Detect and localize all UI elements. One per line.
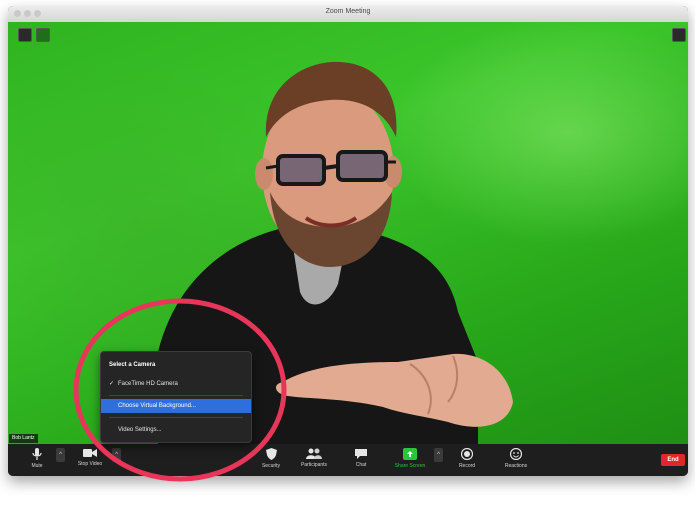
video-camera-icon (83, 449, 97, 457)
stop-video-button[interactable]: Stop Video (70, 444, 110, 476)
share-options-caret[interactable]: ^ (434, 448, 443, 462)
mute-label: Mute (31, 463, 43, 469)
window-title: Zoom Meeting (325, 8, 371, 15)
menu-header: Select a Camera (109, 362, 156, 368)
meeting-toolbar: Mute ^ Stop Video ^ Security Participant… (8, 444, 688, 476)
microphone-icon (32, 448, 42, 460)
participants-button[interactable]: Participants (292, 444, 336, 476)
title-bar: Zoom Meeting (8, 6, 688, 23)
participants-label: Participants (300, 462, 328, 468)
camera-menu: Select a Camera ✓ FaceTime HD Camera Cho… (100, 351, 252, 443)
mute-button[interactable]: Mute (22, 444, 52, 476)
chat-button[interactable]: Chat (348, 444, 374, 476)
menu-separator (109, 395, 243, 396)
security-label: Security (261, 463, 281, 469)
participant-name-label: Bob Lantz (9, 434, 38, 443)
grid-icon[interactable] (672, 28, 686, 42)
menu-separator (109, 417, 243, 418)
meeting-info-icon[interactable] (18, 28, 32, 42)
reactions-button[interactable]: Reactions (496, 444, 536, 476)
record-label: Record (458, 463, 476, 469)
shield-icon (265, 448, 277, 460)
menu-item-label: Video Settings... (118, 427, 162, 433)
menu-item-label: FaceTime HD Camera (118, 381, 178, 387)
record-icon (461, 448, 473, 460)
reactions-label: Reactions (504, 463, 528, 469)
record-button[interactable]: Record (450, 444, 484, 476)
menu-item-facetime-camera[interactable]: ✓ FaceTime HD Camera (101, 377, 251, 391)
smiley-icon (510, 448, 522, 460)
menu-item-choose-virtual-background[interactable]: Choose Virtual Background... (101, 399, 251, 413)
chat-label: Chat (355, 462, 367, 468)
people-icon (306, 448, 322, 459)
share-screen-label: Share Screen (394, 463, 426, 469)
share-screen-icon (403, 448, 417, 460)
video-options-caret[interactable]: ^ (112, 448, 121, 462)
encryption-shield-icon[interactable] (36, 28, 50, 42)
chat-bubble-icon (355, 449, 367, 459)
share-screen-button[interactable]: Share Screen (388, 444, 432, 476)
end-meeting-button[interactable]: End (661, 454, 685, 466)
menu-item-video-settings[interactable]: Video Settings... (101, 423, 251, 437)
security-button[interactable]: Security (254, 444, 288, 476)
check-icon: ✓ (109, 381, 115, 387)
audio-options-caret[interactable]: ^ (56, 448, 65, 462)
stop-video-label: Stop Video (77, 461, 103, 467)
menu-item-label: Choose Virtual Background... (118, 403, 196, 409)
